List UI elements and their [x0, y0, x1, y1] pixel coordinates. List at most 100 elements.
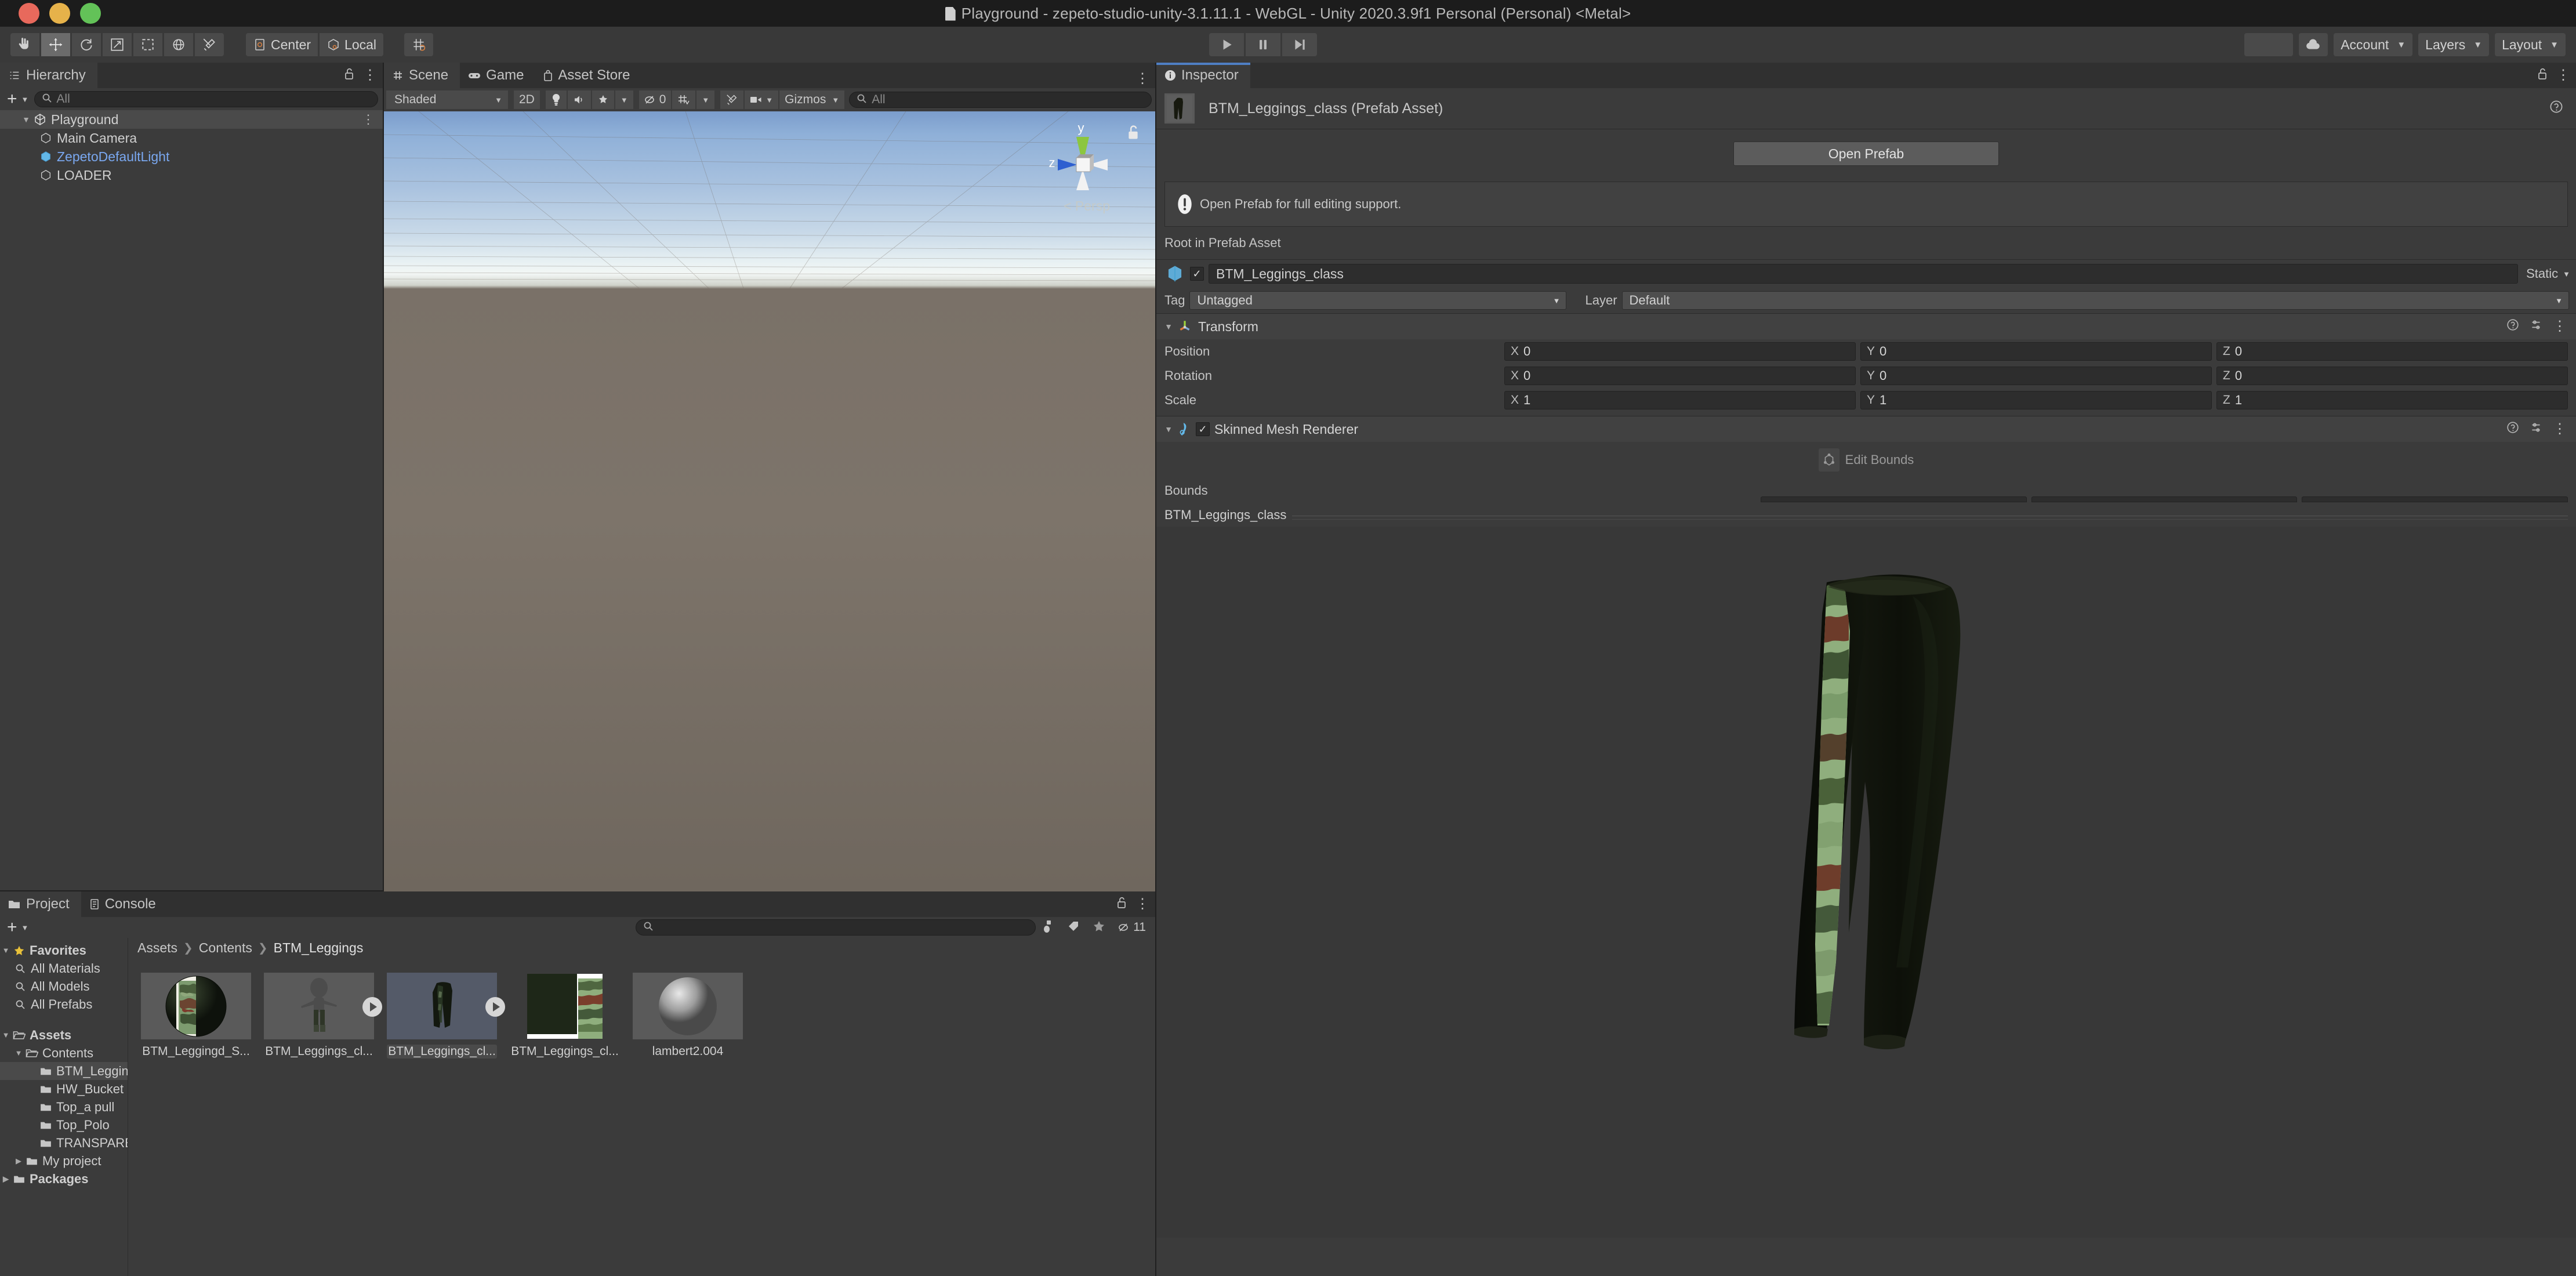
- gameobject-active-checkbox[interactable]: ✓: [1190, 267, 1204, 281]
- layout-menu-button[interactable]: Layout ▼: [2495, 33, 2566, 56]
- chevron-down-icon[interactable]: ▼: [13, 1049, 24, 1057]
- lock-icon[interactable]: [1116, 896, 1127, 912]
- bounds-x-field[interactable]: [1761, 496, 2027, 502]
- project-menu-icon[interactable]: ⋮: [1135, 897, 1149, 911]
- tab-game[interactable]: Game: [460, 63, 535, 88]
- rotation-x-field[interactable]: X 0: [1504, 367, 1856, 385]
- hierarchy-item-main-camera[interactable]: Main Camera: [0, 129, 383, 147]
- inspector-menu-icon[interactable]: ⋮: [2556, 68, 2570, 82]
- project-search-input[interactable]: [636, 919, 1036, 936]
- rotation-z-field[interactable]: Z 0: [2216, 367, 2568, 385]
- tab-console[interactable]: Console: [81, 891, 168, 917]
- pivot-mode-button[interactable]: Center: [246, 33, 318, 56]
- scale-x-field[interactable]: X 1: [1504, 391, 1856, 409]
- tree-item-contents[interactable]: ▼ Contents: [0, 1044, 128, 1062]
- pause-button[interactable]: [1246, 33, 1280, 56]
- rotate-tool-button[interactable]: [72, 33, 101, 56]
- scene-visibility-button[interactable]: [672, 90, 696, 109]
- tab-project[interactable]: Project: [0, 891, 81, 917]
- bounds-z-field[interactable]: [2302, 496, 2568, 502]
- filter-by-label-icon[interactable]: [1067, 920, 1080, 936]
- static-toggle[interactable]: Static ▼: [2526, 266, 2570, 281]
- chevron-down-icon[interactable]: ▼: [21, 95, 29, 104]
- tab-hierarchy[interactable]: Hierarchy: [0, 63, 97, 88]
- help-icon[interactable]: [2549, 100, 2563, 117]
- tree-item-all-prefabs[interactable]: All Prefabs: [0, 995, 128, 1013]
- hierarchy-item-loader[interactable]: LOADER: [0, 166, 383, 184]
- scene-search-input[interactable]: All: [849, 92, 1152, 108]
- help-icon[interactable]: [2506, 421, 2519, 437]
- asset-item-model-character[interactable]: BTM_Leggings_cl...: [264, 973, 382, 1058]
- preview-play-icon[interactable]: [485, 997, 505, 1017]
- preset-icon[interactable]: [2530, 318, 2542, 335]
- chevron-down-icon[interactable]: ▼: [0, 946, 12, 955]
- draw-mode-dropdown[interactable]: Shaded ▼: [386, 90, 508, 109]
- asset-preview-viewport[interactable]: [1156, 527, 2576, 1238]
- chevron-down-icon[interactable]: ▼: [0, 1031, 12, 1039]
- scene-menu-icon[interactable]: ⋮: [1135, 72, 1149, 86]
- tag-dropdown[interactable]: Untagged ▼: [1189, 291, 1567, 310]
- camera-settings-button[interactable]: ▼: [745, 90, 779, 109]
- breadcrumb-item-current[interactable]: BTM_Leggings: [274, 940, 364, 956]
- tree-item-top-a-pull[interactable]: Top_a pull: [0, 1098, 128, 1116]
- component-menu-icon[interactable]: ⋮: [2553, 320, 2567, 334]
- chevron-down-icon[interactable]: ▼: [21, 923, 29, 932]
- preset-icon[interactable]: [2530, 421, 2542, 437]
- play-button[interactable]: [1209, 33, 1244, 56]
- position-x-field[interactable]: X 0: [1504, 342, 1856, 361]
- scene-visibility-dropdown[interactable]: ▼: [696, 90, 715, 109]
- fx-dropdown-button[interactable]: ▼: [615, 90, 633, 109]
- lock-icon[interactable]: [2537, 67, 2548, 83]
- layers-menu-button[interactable]: Layers ▼: [2418, 33, 2490, 56]
- rect-tool-button[interactable]: [133, 33, 162, 56]
- collab-button[interactable]: [2244, 33, 2294, 56]
- tree-item-btm-leggings[interactable]: BTM_Leggings: [0, 1062, 128, 1080]
- edit-bounds-button[interactable]: Edit Bounds: [1818, 448, 1914, 472]
- asset-item-material-camo[interactable]: BTM_Leggingd_S...: [141, 973, 251, 1058]
- asset-item-prefab-leggings[interactable]: BTM_Leggings_cl...: [387, 973, 505, 1058]
- gizmos-dropdown[interactable]: Gizmos ▼: [779, 90, 845, 109]
- tree-item-top-polo[interactable]: Top_Polo: [0, 1116, 128, 1134]
- bounds-y-field[interactable]: [2031, 496, 2298, 502]
- scene-viewport[interactable]: y z < Persp: [384, 111, 1155, 916]
- hand-tool-button[interactable]: [10, 33, 39, 56]
- tree-item-my-project[interactable]: ▶ My project: [0, 1152, 128, 1170]
- create-asset-button[interactable]: +: [5, 919, 20, 936]
- open-prefab-button[interactable]: Open Prefab: [1733, 142, 1999, 166]
- step-button[interactable]: [1282, 33, 1317, 56]
- tab-scene[interactable]: Scene: [384, 63, 460, 88]
- lock-icon[interactable]: [343, 67, 355, 83]
- scene-gizmo-lock-icon[interactable]: [1126, 124, 1140, 143]
- hierarchy-search-input[interactable]: All: [34, 91, 378, 107]
- hidden-objects-button[interactable]: 0: [638, 90, 672, 109]
- filter-by-type-icon[interactable]: [1042, 919, 1054, 936]
- audio-toggle-button[interactable]: [567, 90, 591, 109]
- tree-item-hw-bucket[interactable]: HW_Bucket: [0, 1080, 128, 1098]
- hierarchy-item-zepetodefaultlight[interactable]: ZepetoDefaultLight: [0, 147, 383, 166]
- help-icon[interactable]: [2506, 318, 2519, 335]
- scale-y-field[interactable]: Y 1: [1860, 391, 2212, 409]
- skinned-mesh-renderer-header[interactable]: ▼ ✓ Skinned Mesh Renderer ⋮: [1156, 416, 2576, 442]
- tree-item-assets[interactable]: ▼ Assets: [0, 1026, 128, 1044]
- breadcrumb-item-contents[interactable]: Contents: [199, 940, 252, 956]
- hierarchy-menu-icon[interactable]: ⋮: [363, 68, 377, 82]
- hierarchy-item-playground[interactable]: ▼ Playground ⋮: [0, 110, 383, 129]
- create-object-button[interactable]: +: [5, 90, 20, 108]
- space-mode-button[interactable]: Local: [320, 33, 384, 56]
- transform-component-header[interactable]: ▼ Transform ⋮: [1156, 314, 2576, 339]
- scene-projection-label[interactable]: < Persp: [1064, 198, 1110, 214]
- scene-tools-button[interactable]: [720, 90, 744, 109]
- chevron-down-icon[interactable]: ▼: [20, 115, 32, 124]
- chevron-right-icon[interactable]: ▶: [0, 1174, 12, 1184]
- hierarchy-row-menu-icon[interactable]: ⋮: [362, 113, 375, 126]
- scale-tool-button[interactable]: [103, 33, 132, 56]
- breadcrumb-item-assets[interactable]: Assets: [137, 940, 177, 956]
- asset-item-material-lambert[interactable]: lambert2.004: [633, 973, 743, 1058]
- gameobject-name-field[interactable]: BTM_Leggings_class: [1209, 264, 2519, 284]
- preview-play-icon[interactable]: [362, 997, 382, 1017]
- 2d-toggle-button[interactable]: 2D: [514, 90, 540, 109]
- rotation-y-field[interactable]: Y 0: [1860, 367, 2212, 385]
- fx-toggle-button[interactable]: [592, 90, 614, 109]
- custom-tool-button[interactable]: [195, 33, 224, 56]
- chevron-down-icon[interactable]: ▼: [1162, 322, 1175, 331]
